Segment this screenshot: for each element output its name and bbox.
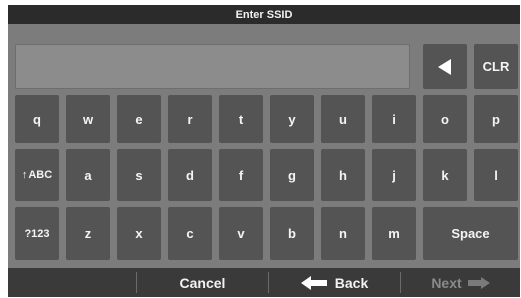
shift-label: ABC <box>28 169 53 181</box>
left-arrow-icon <box>300 275 327 290</box>
numbers-key[interactable]: ?123 <box>15 207 59 260</box>
key-l[interactable]: l <box>474 149 518 201</box>
bottom-nav-bar: Cancel Back Next <box>8 268 520 297</box>
key-j[interactable]: j <box>372 149 416 201</box>
key-p[interactable]: p <box>474 95 518 143</box>
key-m[interactable]: m <box>372 207 416 260</box>
key-h[interactable]: h <box>321 149 365 201</box>
key-t[interactable]: t <box>219 95 263 143</box>
key-g[interactable]: g <box>270 149 314 201</box>
key-a[interactable]: a <box>66 149 110 201</box>
key-e[interactable]: e <box>117 95 161 143</box>
clear-key[interactable]: CLR <box>474 44 518 89</box>
next-label: Next <box>431 274 462 291</box>
key-s[interactable]: s <box>117 149 161 201</box>
ssid-keyboard-screen: Enter SSID CLR q w e r t y u i o p ↑ ABC … <box>8 5 520 297</box>
key-r[interactable]: r <box>168 95 212 143</box>
backspace-key[interactable] <box>423 44 467 89</box>
space-key[interactable]: Space <box>423 207 518 260</box>
key-o[interactable]: o <box>423 95 467 143</box>
key-i[interactable]: i <box>372 95 416 143</box>
key-c[interactable]: c <box>168 207 212 260</box>
key-z[interactable]: z <box>66 207 110 260</box>
cancel-label: Cancel <box>179 274 226 291</box>
key-w[interactable]: w <box>66 95 110 143</box>
title-bar: Enter SSID <box>8 5 520 24</box>
back-label: Back <box>334 274 369 291</box>
cancel-button[interactable]: Cancel <box>137 268 268 297</box>
next-button[interactable]: Next <box>401 268 520 297</box>
key-f[interactable]: f <box>219 149 263 201</box>
key-k[interactable]: k <box>423 149 467 201</box>
shift-arrow-icon: ↑ <box>21 169 28 181</box>
key-v[interactable]: v <box>219 207 263 260</box>
backspace-triangle-icon <box>438 58 451 75</box>
key-q[interactable]: q <box>15 95 59 143</box>
screen-title: Enter SSID <box>235 8 293 21</box>
key-y[interactable]: y <box>270 95 314 143</box>
key-u[interactable]: u <box>321 95 365 143</box>
key-x[interactable]: x <box>117 207 161 260</box>
shift-key[interactable]: ↑ ABC <box>15 149 59 201</box>
key-b[interactable]: b <box>270 207 314 260</box>
back-button[interactable]: Back <box>269 268 400 297</box>
key-d[interactable]: d <box>168 149 212 201</box>
right-arrow-icon <box>467 276 490 289</box>
key-n[interactable]: n <box>321 207 365 260</box>
ssid-input[interactable] <box>15 44 410 89</box>
